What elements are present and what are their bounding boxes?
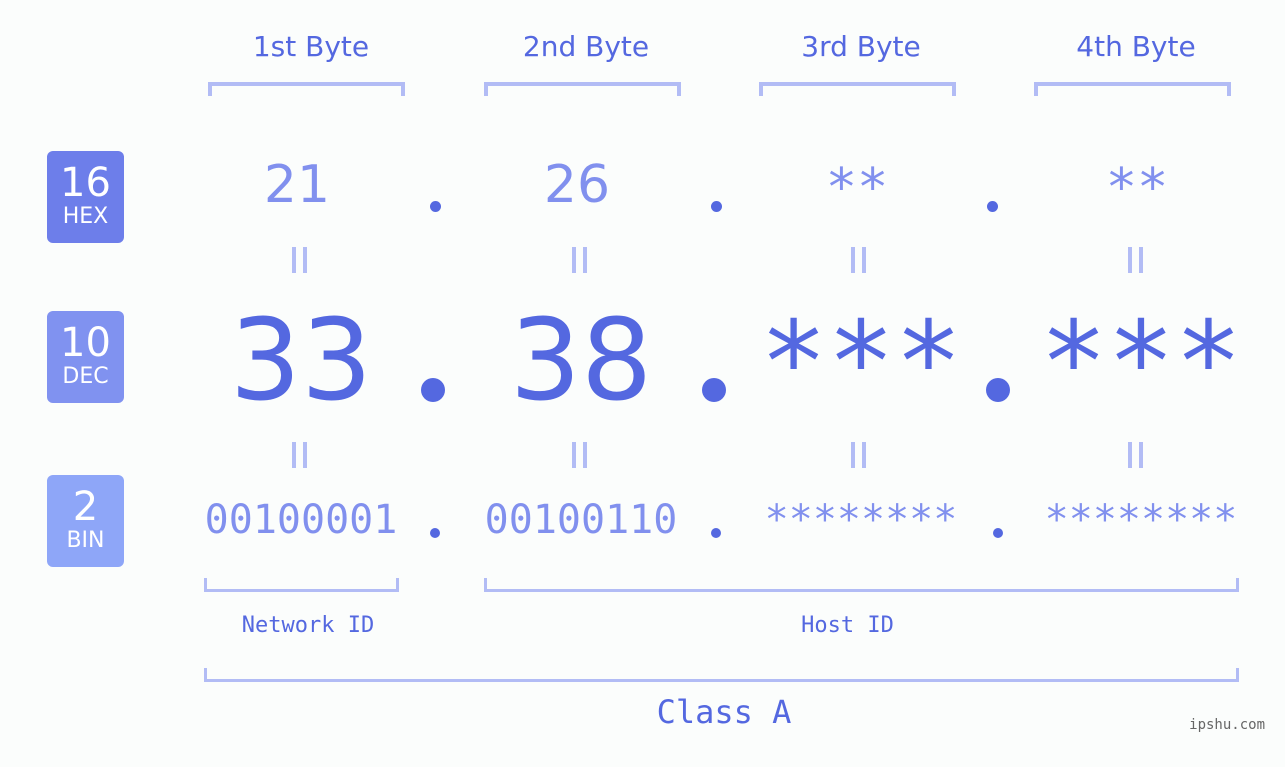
byte-label-3: 3rd Byte — [801, 30, 921, 63]
host-id-label: Host ID — [801, 613, 894, 638]
dec-value-3: *** — [759, 298, 963, 428]
byte-label-4: 4th Byte — [1076, 30, 1196, 63]
bin-name: BIN — [66, 528, 105, 553]
bin-value-1: 00100001 — [204, 497, 398, 543]
bin-dot-2 — [711, 528, 721, 538]
bin-dot-3 — [993, 528, 1003, 538]
byte-bracket-3 — [759, 82, 956, 96]
dec-value-1: 33 — [229, 296, 373, 426]
hex-dot-2 — [711, 201, 722, 212]
watermark: ipshu.com — [1189, 717, 1265, 733]
equals-icon — [292, 442, 308, 468]
ip-class-label: Class A — [656, 693, 792, 731]
dec-base: 10 — [60, 320, 111, 366]
equals-icon — [572, 247, 588, 273]
hex-dot-3 — [987, 201, 998, 212]
equals-icon — [292, 247, 308, 273]
dec-name: DEC — [62, 364, 109, 389]
hex-badge: 16 HEX — [47, 151, 124, 243]
dec-dot-2 — [702, 378, 726, 402]
hex-value-1: 21 — [263, 155, 331, 215]
dec-value-2: 38 — [509, 296, 653, 426]
byte-label-1: 1st Byte — [252, 30, 370, 63]
hex-value-2: 26 — [543, 155, 611, 215]
bin-value-2: 00100110 — [484, 497, 678, 543]
hex-value-4: ** — [1105, 158, 1169, 218]
dec-dot-1 — [421, 378, 445, 402]
equals-icon — [851, 247, 867, 273]
byte-bracket-2 — [484, 82, 681, 96]
equals-icon — [1128, 247, 1144, 273]
byte-bracket-4 — [1034, 82, 1231, 96]
hex-dot-1 — [430, 201, 441, 212]
bin-value-3: ******** — [764, 497, 958, 543]
bin-dot-1 — [430, 528, 440, 538]
bin-badge: 2 BIN — [47, 475, 124, 567]
dec-dot-3 — [986, 378, 1010, 402]
hex-base: 16 — [60, 160, 111, 206]
bin-value-4: ******** — [1044, 497, 1238, 543]
equals-icon — [1128, 442, 1144, 468]
hex-value-3: ** — [825, 158, 889, 218]
byte-bracket-1 — [208, 82, 405, 96]
class-bracket — [204, 668, 1239, 682]
hex-name: HEX — [62, 204, 109, 229]
network-id-label: Network ID — [241, 613, 375, 638]
network-id-bracket — [204, 578, 399, 592]
dec-badge: 10 DEC — [47, 311, 124, 403]
bin-base: 2 — [72, 484, 99, 530]
dec-value-4: *** — [1039, 298, 1243, 428]
equals-icon — [851, 442, 867, 468]
equals-icon — [572, 442, 588, 468]
host-id-bracket — [484, 578, 1239, 592]
byte-label-2: 2nd Byte — [522, 30, 650, 63]
